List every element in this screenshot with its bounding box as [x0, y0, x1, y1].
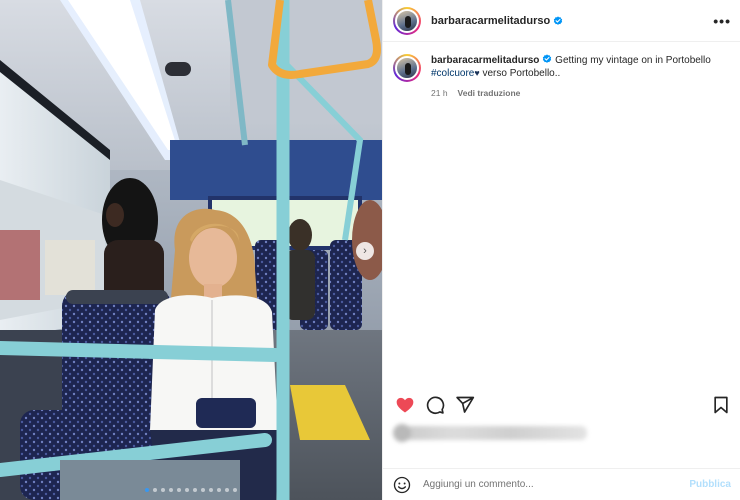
verified-badge-icon [543, 54, 552, 63]
carousel-dot [193, 488, 197, 492]
caption-avatar[interactable] [393, 54, 421, 82]
carousel-dot [177, 488, 181, 492]
carousel-dot [145, 488, 149, 492]
bookmark-icon[interactable] [711, 395, 731, 415]
likes-summary-blurred [393, 424, 587, 442]
more-horizontal-icon[interactable]: ••• [713, 13, 731, 29]
comment-bar: Pubblica [383, 468, 740, 500]
heart-filled-icon[interactable] [395, 395, 415, 415]
post-photo[interactable]: › [0, 0, 382, 500]
verified-badge-icon [554, 15, 563, 25]
post-timestamp[interactable]: 21 h [431, 88, 448, 98]
carousel-dot [185, 488, 189, 492]
carousel-dots [0, 488, 382, 492]
caption-username[interactable]: barbaracarmelitadurso [431, 55, 539, 66]
caption-body-text-2: verso Portobello.. [479, 68, 561, 79]
author-username[interactable]: barbaracarmelitadurso [431, 15, 550, 27]
emoji-icon[interactable] [393, 476, 411, 494]
action-bar [395, 394, 731, 416]
author-avatar[interactable] [393, 6, 421, 35]
see-translation-link[interactable]: Vedi traduzione [458, 88, 521, 98]
carousel-next-button[interactable]: › [356, 242, 374, 260]
carousel-dot [233, 488, 237, 492]
bus-interior-photo [0, 0, 382, 500]
caption-body-text: Getting my vintage on in Portobello [555, 55, 711, 66]
carousel-dot [161, 488, 165, 492]
chevron-right-icon: › [363, 245, 367, 257]
comment-input[interactable] [423, 479, 673, 490]
carousel-dot [217, 488, 221, 492]
carousel-dot [153, 488, 157, 492]
caption-hashtag[interactable]: #colcuore [431, 68, 474, 79]
comment-icon[interactable] [425, 395, 445, 415]
post-panel: barbaracarmelitadurso ••• barbaracarmeli… [382, 0, 740, 500]
caption-text: barbaracarmelitadurso Getting my vintage… [431, 54, 711, 80]
carousel-dot [225, 488, 229, 492]
share-icon[interactable] [455, 395, 475, 415]
post-header: barbaracarmelitadurso ••• [383, 0, 740, 42]
caption-meta: 21 h Vedi traduzione [431, 87, 711, 100]
publish-button[interactable]: Pubblica [689, 479, 731, 490]
carousel-dot [209, 488, 213, 492]
post-caption: barbaracarmelitadurso Getting my vintage… [393, 54, 733, 100]
carousel-dot [201, 488, 205, 492]
carousel-dot [169, 488, 173, 492]
